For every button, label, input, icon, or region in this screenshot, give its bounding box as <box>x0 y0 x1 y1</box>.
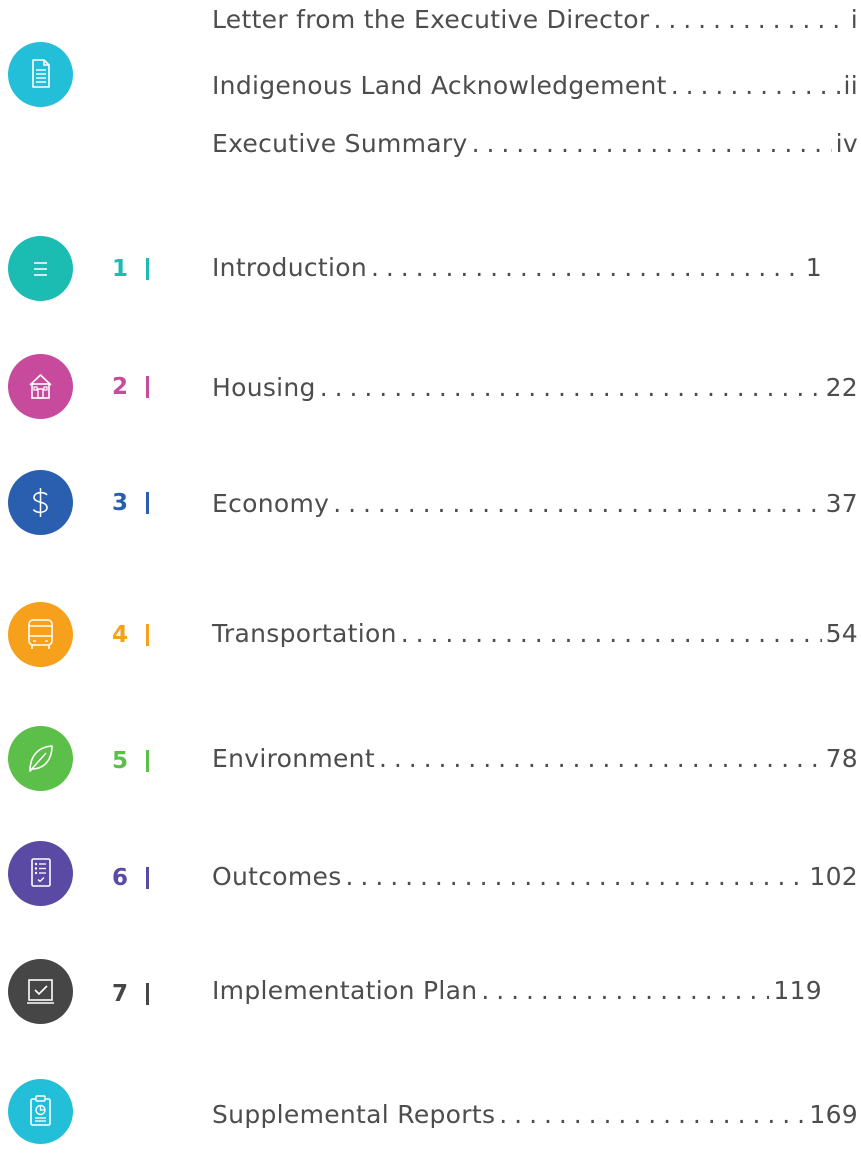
toc-entry-introduction: Introduction 1 <box>212 252 822 284</box>
toc-entry-page: 22 <box>825 373 858 402</box>
chapter-divider <box>146 376 149 398</box>
toc-entry-title: Introduction <box>212 253 367 282</box>
chapter-row-1[interactable]: 1 Introduction 1 <box>0 236 861 302</box>
chapter-row-5[interactable]: 5 Environment 78 <box>0 726 861 792</box>
dot-leader <box>320 372 822 404</box>
toc-entry-economy: Economy 37 <box>212 488 858 520</box>
toc-entry-title: Economy <box>212 489 330 518</box>
toc-entry-outcomes: Outcomes 102 <box>212 861 858 893</box>
chapter-number: 7 <box>112 981 129 1007</box>
toc-entry-title: Executive Summary <box>212 129 468 158</box>
toc-entry-title: Implementation Plan <box>212 976 478 1005</box>
toc-entry-title: Transportation <box>212 619 397 648</box>
chapter-row-3[interactable]: 3 Economy 37 <box>0 470 861 536</box>
toc-entry-page: 119 <box>773 976 822 1005</box>
toc-entry-page: i <box>850 5 858 34</box>
chapter-row-4[interactable]: 4 Transportation 54 <box>0 602 861 668</box>
toc-entry-environment: Environment 78 <box>212 743 858 775</box>
toc-entry-page: 54 <box>825 619 858 648</box>
list-icon <box>8 236 73 301</box>
dot-leader <box>499 1099 805 1131</box>
toc-entry-page: 102 <box>809 862 858 891</box>
toc-entry-title: Supplemental Reports <box>212 1100 496 1129</box>
toc-entry-executive-summary[interactable]: Executive Summary iv <box>212 128 858 160</box>
house-icon <box>8 354 73 419</box>
bus-icon <box>8 602 73 667</box>
toc-entry-supplemental-reports: Supplemental Reports 169 <box>212 1099 858 1131</box>
chapter-divider <box>146 750 149 772</box>
toc-entry-letter[interactable]: Letter from the Executive Director i <box>212 4 858 36</box>
dot-leader <box>653 4 846 36</box>
dot-leader <box>481 975 769 1007</box>
toc-entry-page: 37 <box>825 489 858 518</box>
dot-leader <box>671 70 840 102</box>
checkbox-icon <box>8 959 73 1024</box>
chapter-number: 6 <box>112 865 129 891</box>
chapter-row-2[interactable]: 2 Housing 22 <box>0 354 861 420</box>
toc-entry-page: iv <box>835 129 858 158</box>
chapter-number: 1 <box>112 256 129 282</box>
dot-leader <box>472 128 832 160</box>
chapter-divider <box>146 983 149 1005</box>
document-icon <box>8 42 73 107</box>
dot-leader <box>346 861 806 893</box>
chapter-divider <box>146 624 149 646</box>
toc-entry-title: Housing <box>212 373 316 402</box>
chapter-number: 5 <box>112 748 129 774</box>
toc-entry-title: Environment <box>212 744 375 773</box>
toc-entry-page: 169 <box>809 1100 858 1129</box>
chapter-row-6[interactable]: 6 Outcomes 102 <box>0 841 861 907</box>
chapter-divider <box>146 258 149 280</box>
chapter-number: 2 <box>112 374 129 400</box>
chapter-number: 4 <box>112 622 129 648</box>
clipboard-chart-icon <box>8 1079 73 1144</box>
toc-entry-title: Indigenous Land Acknowledgement <box>212 71 667 100</box>
supplemental-row[interactable]: Supplemental Reports 169 <box>0 1079 861 1153</box>
toc-entry-land-acknowledgement[interactable]: Indigenous Land Acknowledgement ii <box>212 70 858 102</box>
dollar-icon <box>8 470 73 535</box>
chapter-divider <box>146 867 149 889</box>
chapter-number: 3 <box>112 490 129 516</box>
toc-entry-title: Outcomes <box>212 862 342 891</box>
checklist-icon <box>8 841 73 906</box>
toc-entry-housing: Housing 22 <box>212 372 858 404</box>
dot-leader <box>371 252 802 284</box>
dot-leader <box>333 488 821 520</box>
toc-entry-transportation: Transportation 54 <box>212 618 858 650</box>
toc-entry-page: 78 <box>825 744 858 773</box>
leaf-icon <box>8 726 73 791</box>
toc-entry-title: Letter from the Executive Director <box>212 5 650 34</box>
chapter-row-7[interactable]: 7 Implementation Plan 119 <box>0 959 861 1025</box>
toc-entry-implementation-plan: Implementation Plan 119 <box>212 975 822 1007</box>
chapter-divider <box>146 492 149 514</box>
toc-entry-page: ii <box>843 71 858 100</box>
dot-leader <box>379 743 822 775</box>
dot-leader <box>401 618 822 650</box>
toc-entry-page: 1 <box>805 253 822 282</box>
